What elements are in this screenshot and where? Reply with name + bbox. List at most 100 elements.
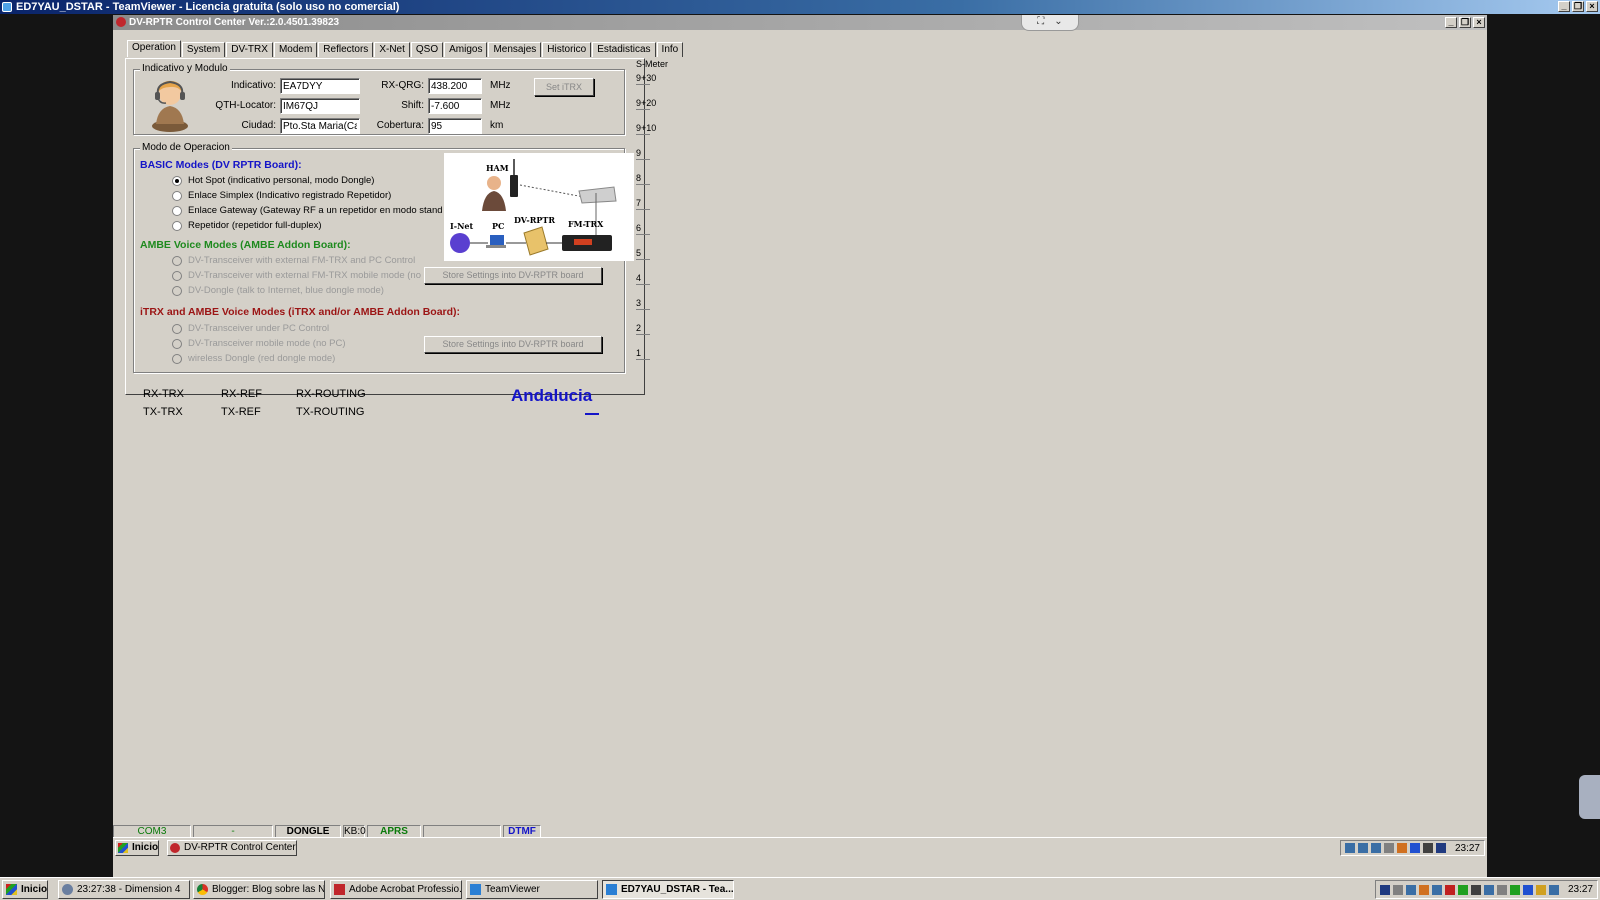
- taskbar-item-acrobat[interactable]: Adobe Acrobat Professio...: [330, 880, 462, 899]
- region-underline: [585, 413, 599, 415]
- qth-locator-field[interactable]: [280, 98, 360, 114]
- itrx-option-mobile-radio[interactable]: DV-Transceiver mobile mode (no PC): [172, 338, 346, 349]
- tab-info[interactable]: Info: [656, 42, 684, 57]
- ambe-option-fm-trx-mobile-radio[interactable]: DV-Transceiver with external FM-TRX mobi…: [172, 270, 440, 281]
- diagram-fmtrx-label: FM-TRX: [568, 219, 604, 229]
- taskbar-item-ed7yau[interactable]: ED7YAU_DSTAR - Tea...: [602, 880, 734, 899]
- tab-reflectors[interactable]: Reflectors: [318, 42, 374, 57]
- radio-button[interactable]: [172, 220, 182, 231]
- tab-qso[interactable]: QSO: [410, 42, 444, 57]
- tray-icon[interactable]: [1383, 843, 1394, 853]
- itrx-option-pc-control-radio[interactable]: DV-Transceiver under PC Control: [172, 323, 329, 334]
- rx-qrg-field[interactable]: [428, 78, 482, 94]
- mode-gateway-radio[interactable]: Enlace Gateway (Gateway RF a un repetido…: [172, 205, 472, 216]
- tray-icon[interactable]: [1418, 884, 1429, 895]
- minimize-button[interactable]: _: [1558, 1, 1570, 12]
- tab-estadisticas[interactable]: Estadisticas: [592, 42, 656, 57]
- tray-icon[interactable]: [1357, 843, 1368, 853]
- taskbar-item-label: ED7YAU_DSTAR - Tea...: [621, 884, 734, 895]
- indicativo-field[interactable]: [280, 78, 360, 94]
- s-meter-tick: 9+10: [636, 123, 657, 135]
- tray-icon[interactable]: [1496, 884, 1507, 895]
- tray-icon[interactable]: [1522, 884, 1533, 895]
- radio-button[interactable]: [172, 353, 182, 364]
- store-settings-button-itrx[interactable]: Store Settings into DV-RPTR board: [424, 336, 602, 353]
- tray-icon[interactable]: [1444, 884, 1455, 895]
- radio-button[interactable]: [172, 285, 182, 296]
- diagram-dvrptr-label: DV-RPTR: [514, 215, 555, 225]
- tab-operation[interactable]: Operation: [127, 40, 181, 57]
- tab-historico[interactable]: Historico: [542, 42, 592, 57]
- taskbar-item-teamviewer[interactable]: TeamViewer: [466, 880, 598, 899]
- s-meter-title: S-Meter: [636, 59, 669, 69]
- tray-icon[interactable]: [1392, 884, 1403, 895]
- teamviewer-panel-handle[interactable]: ⛶ ⌄: [1021, 15, 1079, 31]
- tab-mensajes[interactable]: Mensajes: [488, 42, 542, 57]
- remote-start-button[interactable]: Inicio: [115, 840, 159, 856]
- local-start-button[interactable]: Inicio: [2, 880, 48, 899]
- set-itrx-button[interactable]: Set iTRX: [534, 78, 594, 96]
- cobertura-label: Cobertura:: [376, 120, 424, 131]
- mode-simplex-radio[interactable]: Enlace Simplex (Indicativo registrado Re…: [172, 190, 391, 201]
- taskbar-item-dimension4[interactable]: 23:27:38 - Dimension 4: [58, 880, 190, 899]
- store-settings-button-ambe[interactable]: Store Settings into DV-RPTR board: [424, 267, 602, 284]
- radio-button[interactable]: [172, 323, 182, 334]
- taskbar-item-label: TeamViewer: [485, 884, 540, 895]
- ambe-option-fm-trx-pc-radio[interactable]: DV-Transceiver with external FM-TRX and …: [172, 255, 415, 266]
- radio-button[interactable]: [172, 175, 182, 186]
- ambe-option-label: DV-Transceiver with external FM-TRX mobi…: [188, 270, 440, 281]
- tray-icon[interactable]: [1548, 884, 1559, 895]
- tray-icon[interactable]: [1396, 843, 1407, 853]
- tray-icon[interactable]: [1431, 884, 1442, 895]
- radio-button[interactable]: [172, 338, 182, 349]
- ciudad-field[interactable]: [280, 118, 360, 134]
- s-meter-tick: 2: [636, 323, 650, 335]
- tray-icon[interactable]: [1422, 843, 1433, 853]
- tray-icon[interactable]: [1344, 843, 1355, 853]
- cobertura-field[interactable]: [428, 118, 482, 134]
- tx-routing-label: TX-ROUTING: [296, 406, 365, 418]
- s-meter-tick: 5: [636, 248, 650, 260]
- radio-button[interactable]: [172, 255, 182, 266]
- tray-icon[interactable]: [1409, 843, 1420, 853]
- tray-icon[interactable]: [1370, 843, 1381, 853]
- tray-icon[interactable]: [1483, 884, 1494, 895]
- shift-field[interactable]: [428, 98, 482, 114]
- mode-hotspot-radio[interactable]: Hot Spot (indicativo personal, modo Dong…: [172, 175, 374, 186]
- tray-icon[interactable]: [1457, 884, 1468, 895]
- chevron-down-icon[interactable]: ⌄: [1054, 15, 1062, 30]
- network-diagram: HAM I-Net PC DV-RPTR FM-TRX: [444, 153, 634, 261]
- operation-tab-panel: Indicativo y Modulo Indicativo: QTH-Loca…: [125, 58, 645, 395]
- remote-system-tray: 23:27: [1339, 840, 1485, 856]
- radio-button[interactable]: [172, 270, 182, 281]
- tray-icon[interactable]: [1405, 884, 1416, 895]
- tray-icon[interactable]: [1509, 884, 1520, 895]
- tab-amigos[interactable]: Amigos: [444, 42, 488, 57]
- tab-dv-trx[interactable]: DV-TRX: [226, 42, 273, 57]
- itrx-option-wireless-dongle-radio[interactable]: wireless Dongle (red dongle mode): [172, 353, 335, 364]
- rx-qrg-unit: MHz: [490, 80, 511, 91]
- radio-button[interactable]: [172, 205, 182, 216]
- tab-modem[interactable]: Modem: [273, 42, 318, 57]
- diagram-inet-label: I-Net: [450, 221, 473, 231]
- app-minimize-button[interactable]: _: [1445, 17, 1457, 28]
- tray-icon[interactable]: [1535, 884, 1546, 895]
- tab-x-net[interactable]: X-Net: [374, 42, 410, 57]
- teamviewer-side-handle[interactable]: [1579, 775, 1600, 819]
- ambe-option-label: DV-Transceiver with external FM-TRX and …: [188, 255, 416, 266]
- remote-task-dvrptr[interactable]: DV-RPTR Control Center ...: [167, 840, 297, 856]
- radio-button[interactable]: [172, 190, 182, 201]
- mode-repeater-radio[interactable]: Repetidor (repetidor full-duplex): [172, 220, 322, 231]
- tab-system[interactable]: System: [181, 42, 226, 57]
- app-restore-button[interactable]: ❐: [1459, 17, 1471, 28]
- ambe-option-dongle-radio[interactable]: DV-Dongle (talk to Internet, blue dongle…: [172, 285, 384, 296]
- taskbar-item-label: Adobe Acrobat Professio...: [349, 884, 462, 895]
- tray-icon[interactable]: [1435, 843, 1446, 853]
- restore-button[interactable]: ❐: [1572, 1, 1584, 12]
- fullscreen-icon[interactable]: ⛶: [1037, 15, 1044, 30]
- taskbar-item-blogger[interactable]: Blogger: Blog sobre las N...: [193, 880, 325, 899]
- app-close-button[interactable]: ×: [1473, 17, 1485, 28]
- close-button[interactable]: ×: [1586, 1, 1598, 12]
- tray-icon[interactable]: [1470, 884, 1481, 895]
- tray-icon[interactable]: [1379, 884, 1390, 895]
